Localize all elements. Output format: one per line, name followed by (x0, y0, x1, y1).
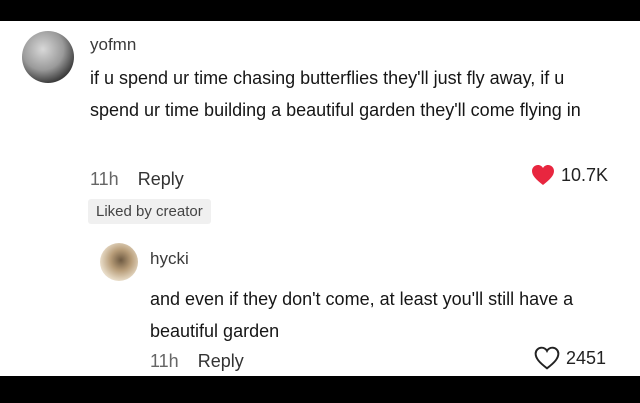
reply-like-button[interactable]: 2451 (534, 346, 606, 370)
liked-by-creator-badge: Liked by creator (88, 199, 211, 224)
like-button[interactable]: 10.7K (531, 164, 608, 186)
reply-avatar[interactable] (100, 243, 138, 281)
comment-meta: 11h Reply (90, 169, 184, 190)
reply-meta: 11h Reply (150, 351, 244, 372)
username[interactable]: yofmn (90, 35, 136, 55)
heart-outline-icon (534, 346, 560, 370)
timestamp: 11h (90, 169, 119, 189)
avatar[interactable] (22, 31, 74, 83)
reply-button[interactable]: Reply (138, 169, 184, 189)
heart-filled-icon (531, 165, 554, 185)
reply-username[interactable]: hycki (150, 249, 189, 269)
reply-like-count: 2451 (565, 347, 606, 368)
reply-reply-button[interactable]: Reply (198, 351, 244, 371)
reply-text: and even if they don't come, at least yo… (150, 289, 574, 341)
comment-text: if u spend ur time chasing butterflies t… (90, 68, 581, 120)
comment-thread: yofmn if u spend ur time chasing butterf… (0, 21, 640, 376)
like-count: 10.7K (560, 164, 608, 185)
reply-timestamp: 11h (150, 351, 179, 371)
